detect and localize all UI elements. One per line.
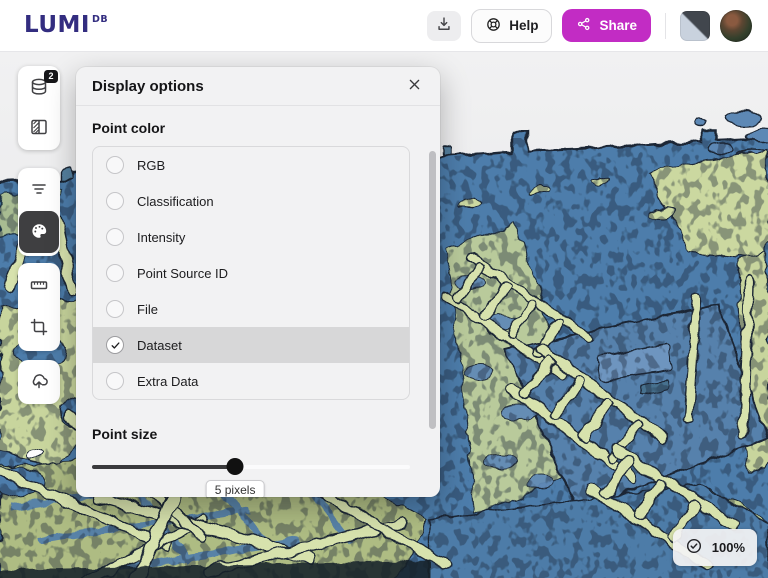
share-button[interactable]: Share [562,9,651,42]
help-label: Help [509,18,538,33]
sidebar-item-split-view[interactable] [18,108,60,148]
radio-icon [106,156,124,174]
zoom-level-label: 100% [712,540,745,555]
panel-title: Display options [92,78,204,95]
filter-lines-icon [29,179,49,202]
check-circle-icon [685,537,703,558]
point-size-label: Point size [92,426,410,442]
logo-suffix: DB [92,15,108,25]
datasets-badge: 2 [44,70,58,83]
sidebar-group-data: 2 [18,66,60,150]
option-extra-data[interactable]: Extra Data [93,363,409,399]
upload-cloud-icon [29,371,49,394]
close-icon [407,77,422,95]
option-intensity[interactable]: Intensity [93,219,409,255]
option-classification[interactable]: Classification [93,183,409,219]
crop-icon [29,317,49,340]
slider-fill [92,465,235,469]
radio-icon [106,228,124,246]
palette-icon [29,221,49,244]
app-logo[interactable]: LUMIDB [24,14,108,37]
sidebar-item-crop[interactable] [18,307,60,349]
option-point-source-id[interactable]: Point Source ID [93,255,409,291]
radio-icon [106,264,124,282]
sidebar-item-datasets[interactable]: 2 [18,68,60,108]
topbar-divider [665,13,666,39]
share-nodes-icon [576,16,592,35]
top-bar: LUMIDB Help [0,0,768,52]
radio-checked-icon [106,336,124,354]
panel-header: Display options [76,67,440,106]
point-color-options: RGB Classification Intensity Point Sourc… [92,146,410,400]
panel-scrollbar-thumb[interactable] [429,151,436,429]
ruler-icon [29,275,49,298]
split-view-icon [29,117,49,140]
viewer-area: 2 [0,52,768,578]
zoom-level-button[interactable]: 100% [673,529,757,566]
logo-text: LUMI [24,14,90,37]
user-avatar[interactable] [720,10,752,42]
sidebar-group-display [18,168,60,256]
option-file[interactable]: File [93,291,409,327]
sidebar-group-upload [18,360,60,404]
sidebar-item-upload[interactable] [18,362,60,402]
close-button[interactable] [405,75,424,97]
sidebar-item-filter[interactable] [18,170,60,210]
point-color-label: Point color [92,120,410,136]
radio-icon [106,192,124,210]
sidebar-group-tools [18,263,60,351]
share-label: Share [599,18,637,33]
radio-icon [106,372,124,390]
radio-icon [106,300,124,318]
sidebar-item-display-options[interactable] [18,210,60,254]
option-rgb[interactable]: RGB [93,147,409,183]
help-button[interactable]: Help [471,9,552,43]
download-button[interactable] [427,11,461,41]
option-dataset[interactable]: Dataset [93,327,409,363]
minimap-thumbnail[interactable] [680,11,710,41]
display-options-panel: Display options Point color RGB Classif [76,67,440,497]
download-icon [435,15,453,36]
slider-thumb[interactable] [227,458,244,475]
lifebuoy-icon [485,16,502,36]
sidebar-item-measure[interactable] [18,265,60,307]
point-size-value-tooltip: 5 pixels [206,480,265,497]
point-size-slider[interactable] [92,458,410,476]
